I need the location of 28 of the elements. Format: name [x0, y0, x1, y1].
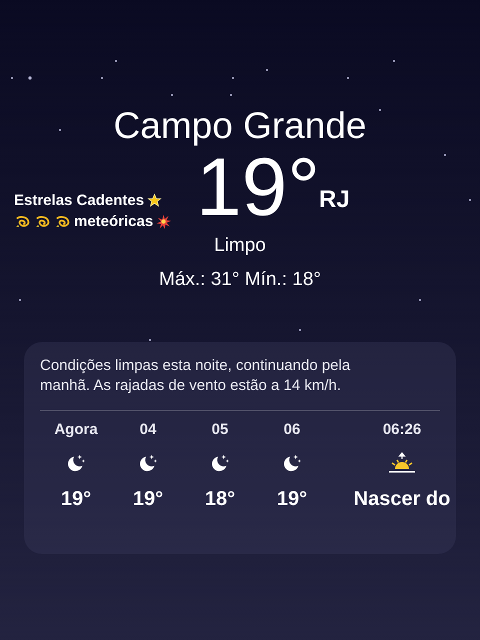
moon-icon	[137, 452, 159, 474]
city-name: Campo Grande	[114, 104, 366, 148]
moon-icon	[65, 452, 87, 474]
dizzy-icon	[34, 214, 51, 229]
hour-temperature: 19°	[60, 488, 92, 511]
condition-text: Limpo	[214, 234, 266, 258]
high-low-text: Máx.: 31° Mín.: 18°	[159, 268, 321, 292]
sticker-text: RJ	[319, 186, 350, 214]
forecast-summary: Condições limpas esta noite, continuando pela manhã. As rajadas de vento estão a 14 km/h.	[40, 356, 352, 396]
sticker-text: Estrelas Cadentes	[14, 192, 144, 209]
hour-label: 05	[212, 421, 228, 438]
burst-icon	[156, 214, 172, 229]
moon-icon	[209, 452, 231, 474]
sunrise-icon	[387, 452, 417, 474]
star-icon	[147, 193, 162, 208]
hour-label: 06:26	[382, 421, 422, 438]
dizzy-icon	[54, 214, 71, 229]
dizzy-icon	[14, 214, 31, 229]
hour-temperature: 19°	[276, 488, 308, 511]
hour-temperature: 18°	[204, 488, 236, 511]
hour-label: 06	[284, 421, 300, 438]
hour-temperature: 19°	[132, 488, 164, 511]
current-temperature: 19°	[196, 148, 320, 228]
hour-label: 04	[140, 421, 156, 438]
moon-icon	[281, 452, 303, 474]
sticker-text: meteóricas	[74, 213, 154, 230]
hour-label: Agora	[54, 421, 98, 438]
hour-temperature: Nascer do	[354, 488, 450, 511]
